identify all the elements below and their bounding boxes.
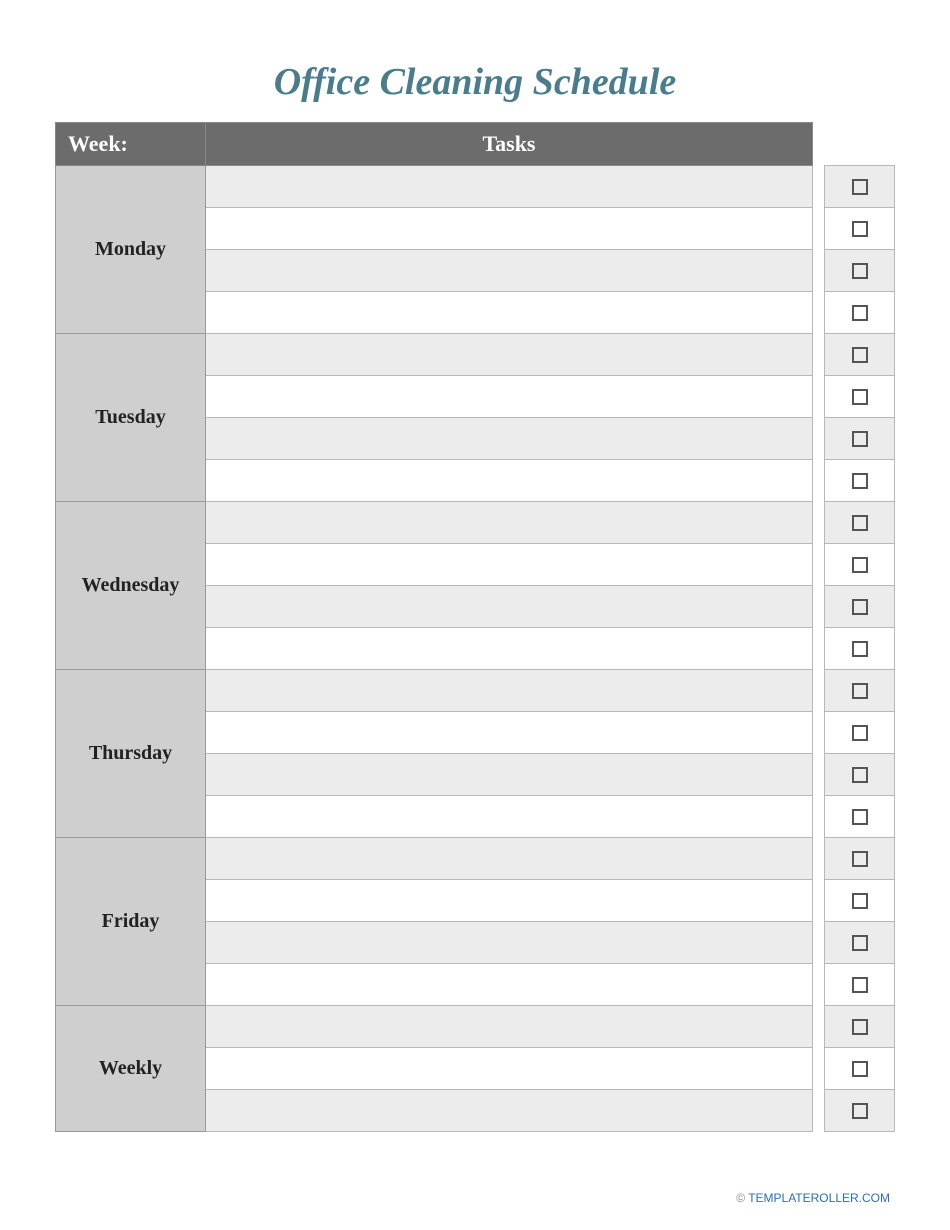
day-label: Monday — [56, 166, 206, 334]
checkbox-icon[interactable] — [852, 683, 868, 699]
checkbox-cell[interactable] — [825, 922, 895, 964]
checkbox-icon[interactable] — [852, 347, 868, 363]
checkbox-cell[interactable] — [825, 586, 895, 628]
task-cell[interactable] — [206, 796, 813, 838]
checkbox-icon[interactable] — [852, 1103, 868, 1119]
task-cell[interactable] — [206, 628, 813, 670]
task-cell[interactable] — [206, 376, 813, 418]
checkbox-icon[interactable] — [852, 935, 868, 951]
checkbox-icon[interactable] — [852, 851, 868, 867]
day-label: Thursday — [56, 670, 206, 838]
checkbox-icon[interactable] — [852, 431, 868, 447]
checkbox-cell[interactable] — [825, 208, 895, 250]
checkbox-icon[interactable] — [852, 1019, 868, 1035]
task-cell[interactable] — [206, 1048, 813, 1090]
checkbox-cell[interactable] — [825, 838, 895, 880]
checkbox-cell[interactable] — [825, 418, 895, 460]
checkbox-icon[interactable] — [852, 809, 868, 825]
checkbox-cell[interactable] — [825, 544, 895, 586]
checkbox-cell[interactable] — [825, 796, 895, 838]
checkbox-cell[interactable] — [825, 1048, 895, 1090]
task-cell[interactable] — [206, 586, 813, 628]
task-cell[interactable] — [206, 670, 813, 712]
task-cell[interactable] — [206, 922, 813, 964]
footer: © TEMPLATEROLLER.COM — [736, 1191, 890, 1205]
checkbox-cell[interactable] — [825, 334, 895, 376]
checkbox-cell[interactable] — [825, 1006, 895, 1048]
task-cell[interactable] — [206, 1006, 813, 1048]
checkbox-icon[interactable] — [852, 725, 868, 741]
checkbox-cell[interactable] — [825, 964, 895, 1006]
task-cell[interactable] — [206, 964, 813, 1006]
task-cell[interactable] — [206, 166, 813, 208]
checkbox-cell[interactable] — [825, 712, 895, 754]
checkbox-cell[interactable] — [825, 670, 895, 712]
footer-link[interactable]: TEMPLATEROLLER.COM — [748, 1191, 890, 1205]
header-tasks: Tasks — [206, 123, 813, 166]
day-label: Wednesday — [56, 502, 206, 670]
checkbox-cell[interactable] — [825, 292, 895, 334]
page-title: Office Cleaning Schedule — [55, 60, 895, 104]
checkbox-cell[interactable] — [825, 460, 895, 502]
checkbox-icon[interactable] — [852, 977, 868, 993]
checkbox-icon[interactable] — [852, 557, 868, 573]
checkbox-icon[interactable] — [852, 473, 868, 489]
checkbox-icon[interactable] — [852, 641, 868, 657]
checkbox-cell[interactable] — [825, 754, 895, 796]
task-cell[interactable] — [206, 712, 813, 754]
task-cell[interactable] — [206, 208, 813, 250]
copyright-symbol: © — [736, 1191, 748, 1205]
task-cell[interactable] — [206, 544, 813, 586]
checkbox-cell[interactable] — [825, 628, 895, 670]
checkbox-icon[interactable] — [852, 599, 868, 615]
checkbox-icon[interactable] — [852, 221, 868, 237]
task-cell[interactable] — [206, 292, 813, 334]
checkbox-icon[interactable] — [852, 515, 868, 531]
day-label: Tuesday — [56, 334, 206, 502]
checkbox-icon[interactable] — [852, 263, 868, 279]
checkbox-icon[interactable] — [852, 767, 868, 783]
checkbox-cell[interactable] — [825, 880, 895, 922]
checkbox-icon[interactable] — [852, 305, 868, 321]
checkbox-icon[interactable] — [852, 179, 868, 195]
task-cell[interactable] — [206, 418, 813, 460]
task-cell[interactable] — [206, 502, 813, 544]
checkbox-cell[interactable] — [825, 250, 895, 292]
checkbox-cell[interactable] — [825, 166, 895, 208]
task-cell[interactable] — [206, 1090, 813, 1132]
checkbox-icon[interactable] — [852, 893, 868, 909]
schedule-table: Week: Tasks MondayTuesdayWednesdayThursd… — [55, 122, 895, 1132]
day-label: Friday — [56, 838, 206, 1006]
task-cell[interactable] — [206, 250, 813, 292]
task-cell[interactable] — [206, 838, 813, 880]
checkbox-icon[interactable] — [852, 389, 868, 405]
task-cell[interactable] — [206, 334, 813, 376]
task-cell[interactable] — [206, 754, 813, 796]
day-label: Weekly — [56, 1006, 206, 1132]
task-cell[interactable] — [206, 460, 813, 502]
task-cell[interactable] — [206, 880, 813, 922]
header-week: Week: — [56, 123, 206, 166]
checkbox-cell[interactable] — [825, 1090, 895, 1132]
checkbox-cell[interactable] — [825, 376, 895, 418]
checkbox-cell[interactable] — [825, 502, 895, 544]
checkbox-icon[interactable] — [852, 1061, 868, 1077]
